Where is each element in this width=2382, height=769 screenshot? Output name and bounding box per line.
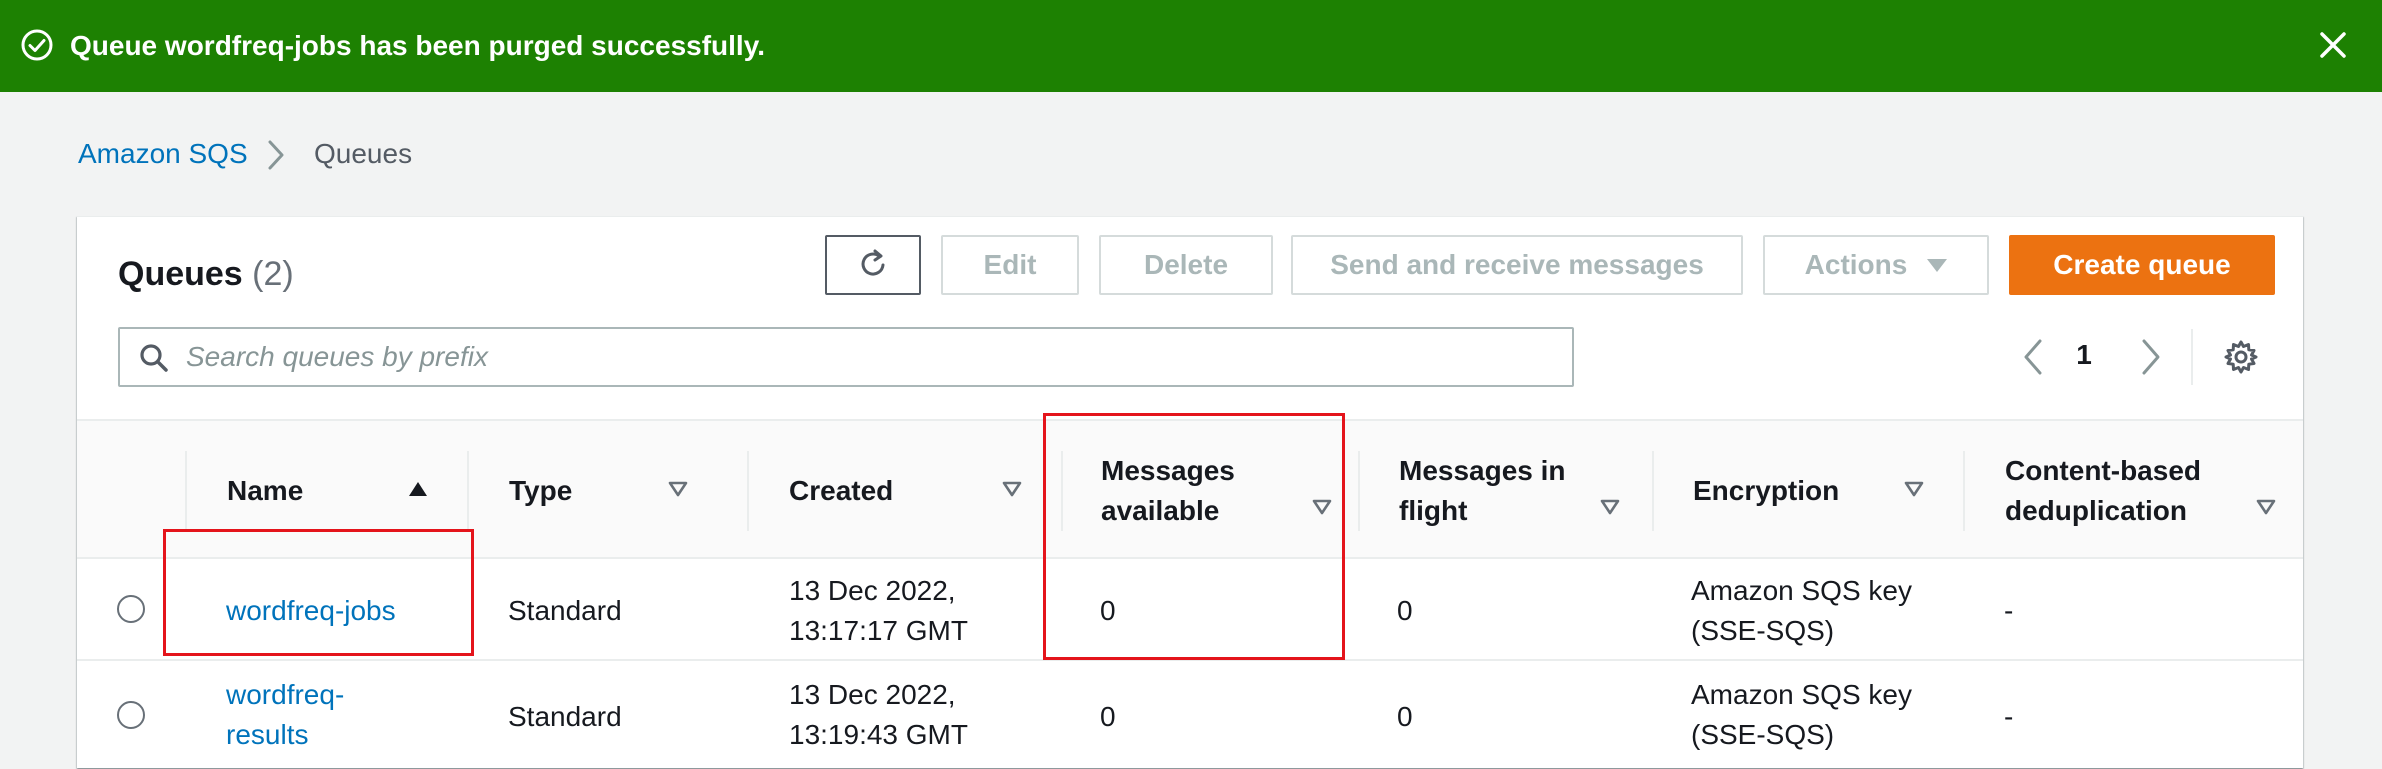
sort-icon	[1002, 481, 1022, 497]
queue-created: 13 Dec 2022, 13:17:17 GMT	[789, 575, 968, 646]
column-header-messages-available[interactable]: Messages available	[1101, 421, 1341, 561]
column-divider	[1652, 451, 1654, 531]
queue-created: 13 Dec 2022, 13:19:43 GMT	[789, 679, 968, 750]
check-circle-icon	[21, 29, 53, 61]
deduplication: -	[2004, 595, 2014, 626]
send-receive-messages-button[interactable]: Send and receive messages	[1291, 235, 1743, 295]
breadcrumb-current: Queues	[314, 138, 413, 169]
table-header: Name Type Created Messages available Mes…	[77, 419, 2303, 559]
queue-type: Standard	[508, 595, 622, 626]
row-select-radio[interactable]	[117, 595, 145, 623]
column-header-label: Content-based deduplication	[2005, 455, 2201, 526]
success-flash-banner: Queue wordfreq-jobs has been purged succ…	[0, 0, 2382, 92]
messages-available: 0	[1100, 595, 1116, 626]
column-header-label: Encryption	[1693, 475, 1840, 506]
sort-icon	[2256, 499, 2276, 515]
column-header-label: Type	[509, 475, 573, 506]
deduplication: -	[2004, 701, 2014, 732]
delete-button[interactable]: Delete	[1099, 235, 1273, 295]
refresh-icon	[861, 249, 885, 276]
send-receive-label: Send and receive messages	[1330, 249, 1704, 280]
chevron-left-icon[interactable]	[2018, 335, 2048, 379]
sort-icon	[1312, 499, 1332, 515]
column-divider	[1061, 451, 1063, 531]
chevron-right-icon	[268, 140, 284, 170]
column-header-content-based-deduplication[interactable]: Content-based deduplication	[2005, 421, 2285, 561]
encryption: Amazon SQS key (SSE-SQS)	[1691, 679, 1912, 750]
column-divider	[1963, 451, 1965, 531]
encryption: Amazon SQS key (SSE-SQS)	[1691, 575, 1912, 646]
table-row[interactable]: wordfreq-results Standard 13 Dec 2022, 1…	[77, 663, 2303, 769]
column-divider	[467, 451, 469, 531]
sort-icon	[1904, 481, 1924, 497]
create-queue-button[interactable]: Create queue	[2009, 235, 2275, 295]
sort-icon	[1600, 499, 1620, 515]
messages-available: 0	[1100, 701, 1116, 732]
column-header-label: Name	[227, 475, 304, 506]
column-divider	[747, 451, 749, 531]
edit-button[interactable]: Edit	[941, 235, 1079, 295]
page-title-text: Queues	[118, 255, 243, 293]
queue-count: (2)	[252, 255, 294, 293]
page-number[interactable]: 1	[2072, 339, 2096, 371]
column-header-type[interactable]: Type	[509, 421, 689, 561]
sort-ascending-icon	[409, 482, 427, 496]
column-header-created[interactable]: Created	[789, 421, 1045, 561]
edit-button-label: Edit	[983, 249, 1037, 280]
actions-dropdown-button[interactable]: Actions	[1763, 235, 1989, 295]
delete-button-label: Delete	[1143, 249, 1229, 280]
search-input[interactable]	[186, 337, 1556, 377]
queue-name-link[interactable]: wordfreq-results	[226, 675, 376, 755]
column-divider	[185, 451, 187, 531]
flash-message: Queue wordfreq-jobs has been purged succ…	[70, 30, 765, 61]
column-header-name[interactable]: Name	[227, 421, 427, 561]
search-icon	[140, 344, 168, 372]
chevron-right-icon[interactable]	[2136, 335, 2166, 379]
column-header-encryption[interactable]: Encryption	[1693, 421, 1933, 561]
column-divider	[1358, 451, 1360, 531]
create-queue-label: Create queue	[2053, 249, 2231, 280]
column-header-messages-in-flight[interactable]: Messages in flight	[1399, 421, 1629, 561]
gear-icon[interactable]	[2223, 339, 2259, 375]
actions-label: Actions	[1804, 249, 1908, 280]
page-title: Queues (2)	[118, 255, 294, 294]
pager-divider	[2191, 329, 2193, 385]
breadcrumb-amazon-sqs-link[interactable]: Amazon SQS	[78, 138, 248, 170]
caret-down-icon	[1927, 258, 1948, 272]
row-select-radio[interactable]	[117, 701, 145, 729]
messages-in-flight: 0	[1397, 701, 1413, 732]
search-box	[118, 327, 1574, 387]
close-icon[interactable]	[2316, 28, 2350, 62]
column-header-label: Messages in flight	[1399, 455, 1566, 526]
refresh-button[interactable]	[825, 235, 921, 295]
queues-panel: Queues (2) Edit Delete Send and receive …	[77, 216, 2303, 768]
sort-icon	[668, 481, 688, 497]
queue-name-link[interactable]: wordfreq-jobs	[226, 591, 396, 631]
column-header-label: Created	[789, 475, 894, 506]
queue-type: Standard	[508, 701, 622, 732]
column-header-label: Messages available	[1101, 455, 1235, 526]
table-row[interactable]: wordfreq-jobs Standard 13 Dec 2022, 13:1…	[77, 561, 2303, 661]
messages-in-flight: 0	[1397, 595, 1413, 626]
